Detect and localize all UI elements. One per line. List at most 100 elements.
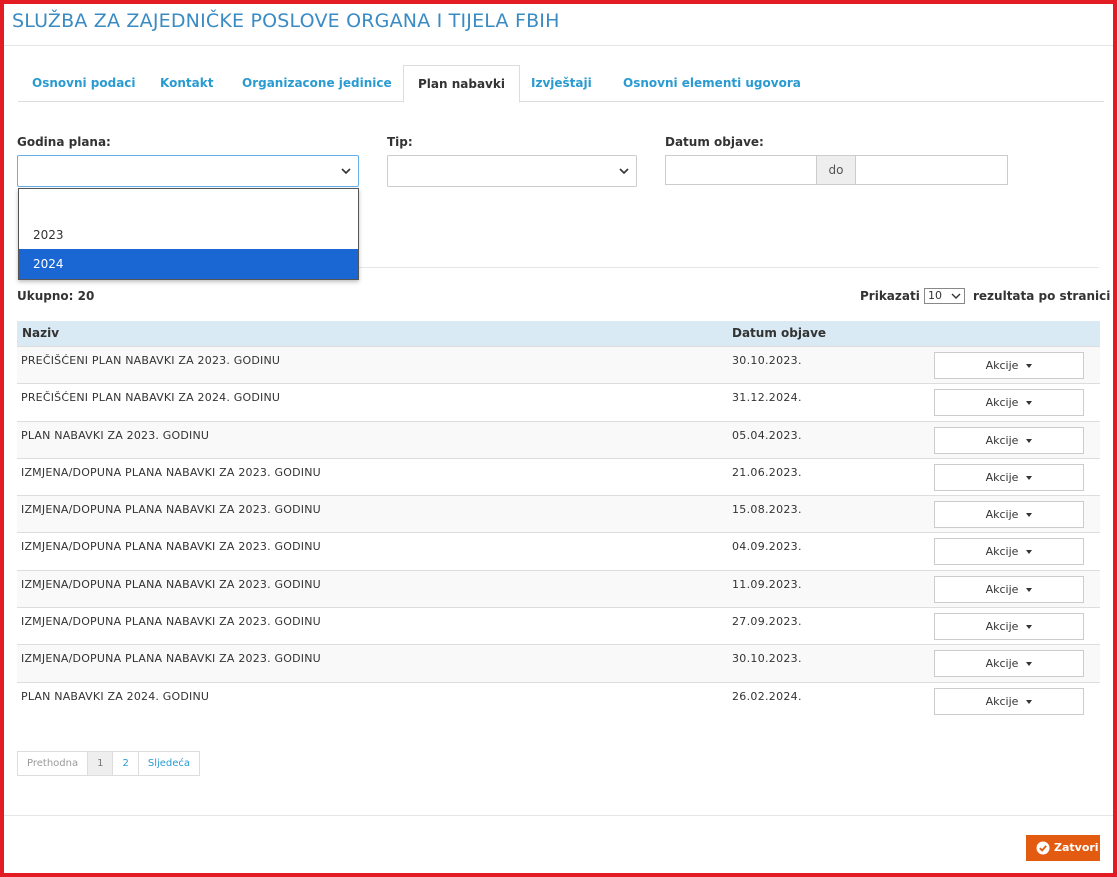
tab-bar: Osnovni podaci Kontakt Organizacone jedi… [18,65,1104,103]
godina-plana-dropdown: 2023 2024 [18,188,359,280]
table-row: IZMJENA/DOPUNA PLANA NABAVKI ZA 2023. GO… [17,569,1100,608]
akcije-button[interactable]: Akcije [934,650,1084,678]
next-page-button[interactable]: Sljedeća [137,752,199,775]
caret-down-icon [1026,587,1033,592]
divider [4,815,1113,816]
per-page-select[interactable]: 10 [924,288,965,304]
tip-label: Tip: [387,135,413,149]
check-circle-icon [1036,841,1050,855]
row-naziv: IZMJENA/DOPUNA PLANA NABAVKI ZA 2023. GO… [21,540,321,554]
column-header-naziv: Naziv [22,326,60,340]
tab-organizacone-jedinice[interactable]: Organizacone jedinice [242,65,392,102]
akcije-label: Akcije [985,620,1019,634]
godina-option-empty[interactable] [19,189,358,219]
caret-down-icon [1026,513,1033,518]
caret-down-icon [1026,401,1033,406]
akcije-button[interactable]: Akcije [934,538,1084,566]
table-row: PLAN NABAVKI ZA 2023. GODINU 05.04.2023. A… [17,420,1100,458]
akcije-button[interactable]: Akcije [934,389,1084,417]
divider [4,45,1113,46]
table-row: PREČIŠĆENI PLAN NABAVKI ZA 2023. GODINU 3… [17,346,1100,384]
row-naziv: IZMJENA/DOPUNA PLANA NABAVKI ZA 2023. GO… [21,652,321,666]
akcije-button[interactable]: Akcije [934,575,1084,603]
godina-plana-select[interactable] [17,155,359,187]
caret-down-icon [1026,550,1033,555]
table-body: PREČIŠĆENI PLAN NABAVKI ZA 2023. GODINU 3… [17,346,1100,719]
caret-down-icon [1026,475,1033,480]
row-naziv: IZMJENA/DOPUNA PLANA NABAVKI ZA 2023. GO… [21,615,321,629]
table-row: IZMJENA/DOPUNA PLANA NABAVKI ZA 2023. GO… [17,532,1100,569]
row-datum: 30.10.2023. [732,652,802,666]
row-datum: 11.09.2023. [732,577,802,591]
row-datum: 05.04.2023. [732,428,802,442]
page-2-button[interactable]: 2 [112,752,137,775]
chevron-down-icon [951,293,961,299]
akcije-label: Akcije [985,359,1019,372]
prev-page-button[interactable]: Prethodna [18,752,87,775]
row-datum: 31.12.2024. [732,391,802,405]
row-datum: 21.06.2023. [732,465,802,479]
tab-plan-nabavki[interactable]: Plan nabavki [403,65,520,103]
akcije-label: Akcije [985,396,1019,410]
row-naziv: PREČIŠĆENI PLAN NABAVKI ZA 2024. GODINU [21,391,281,405]
caret-down-icon [1026,625,1033,630]
caret-down-icon [1026,662,1033,667]
row-naziv: PLAN NABAVKI ZA 2024. GODINU [21,689,210,703]
caret-down-icon [1026,438,1033,443]
close-button[interactable]: Zatvori [1026,835,1100,861]
chevron-down-icon [341,168,351,175]
show-label: Prikazati [860,289,920,303]
datum-objave-label: Datum objave: [665,135,764,149]
tab-izvjestaji[interactable]: Izvještaji [531,65,592,102]
per-page-value: 10 [928,289,942,302]
datum-separator: do [816,155,856,185]
row-datum: 30.10.2023. [732,354,802,367]
column-header-datum: Datum objave [732,326,827,340]
plans-table: Naziv Datum objave PREČIŠĆENI PLAN NABAV… [17,321,1100,719]
akcije-label: Akcije [985,545,1019,559]
close-button-label: Zatvori [1054,841,1099,854]
godina-option-2024[interactable]: 2024 [19,249,358,279]
row-naziv: IZMJENA/DOPUNA PLANA NABAVKI ZA 2023. GO… [21,465,321,479]
row-naziv: IZMJENA/DOPUNA PLANA NABAVKI ZA 2023. GO… [21,503,321,517]
row-naziv: PLAN NABAVKI ZA 2023. GODINU [21,428,210,442]
caret-down-icon [1026,699,1033,704]
tip-select[interactable] [387,155,637,187]
page-1-button[interactable]: 1 [87,752,113,775]
row-naziv: PREČIŠĆENI PLAN NABAVKI ZA 2023. GODINU [21,354,281,367]
akcije-button[interactable]: Akcije [934,463,1084,491]
akcije-button[interactable]: Akcije [934,613,1084,641]
row-datum: 26.02.2024. [732,689,802,703]
caret-down-icon [1026,364,1033,368]
table-row: PREČIŠĆENI PLAN NABAVKI ZA 2024. GODINU 3… [17,383,1100,420]
akcije-button[interactable]: Akcije [934,501,1084,529]
table-row: IZMJENA/DOPUNA PLANA NABAVKI ZA 2023. GO… [17,495,1100,533]
datum-to-input[interactable] [855,155,1008,185]
akcije-label: Akcije [985,582,1019,596]
tab-osnovni-elementi-ugovora[interactable]: Osnovni elementi ugovora [623,65,801,102]
tab-osnovni-podaci[interactable]: Osnovni podaci [32,65,136,102]
per-page-suffix: rezultata po stranici [973,289,1111,303]
akcije-button[interactable]: Akcije [934,426,1084,454]
row-datum: 15.08.2023. [732,503,802,517]
pagination: Prethodna 1 2 Sljedeća [17,751,201,776]
akcije-label: Akcije [985,657,1019,671]
godina-option-2023[interactable]: 2023 [19,220,358,250]
akcije-label: Akcije [985,470,1019,484]
chevron-down-icon [619,168,629,175]
row-datum: 04.09.2023. [732,540,802,554]
akcije-button[interactable]: Akcije [934,687,1084,715]
akcije-label: Akcije [985,508,1019,522]
table-row: PLAN NABAVKI ZA 2024. GODINU 26.02.2024. A… [17,681,1100,719]
akcije-button[interactable]: Akcije [934,352,1084,379]
table-row: IZMJENA/DOPUNA PLANA NABAVKI ZA 2023. GO… [17,607,1100,644]
total-count: Ukupno: 20 [17,289,95,303]
akcije-label: Akcije [985,694,1019,708]
akcije-label: Akcije [985,433,1019,447]
row-naziv: IZMJENA/DOPUNA PLANA NABAVKI ZA 2023. GO… [21,577,321,591]
table-row: IZMJENA/DOPUNA PLANA NABAVKI ZA 2023. GO… [17,457,1100,495]
datum-from-input[interactable] [665,155,817,185]
page-title: SLUŽBA ZA ZAJEDNIČKE POSLOVE ORGANA I TI… [12,10,560,32]
window-frame: SLUŽBA ZA ZAJEDNIČKE POSLOVE ORGANA I TI… [0,0,1117,877]
tab-kontakt[interactable]: Kontakt [160,65,213,102]
